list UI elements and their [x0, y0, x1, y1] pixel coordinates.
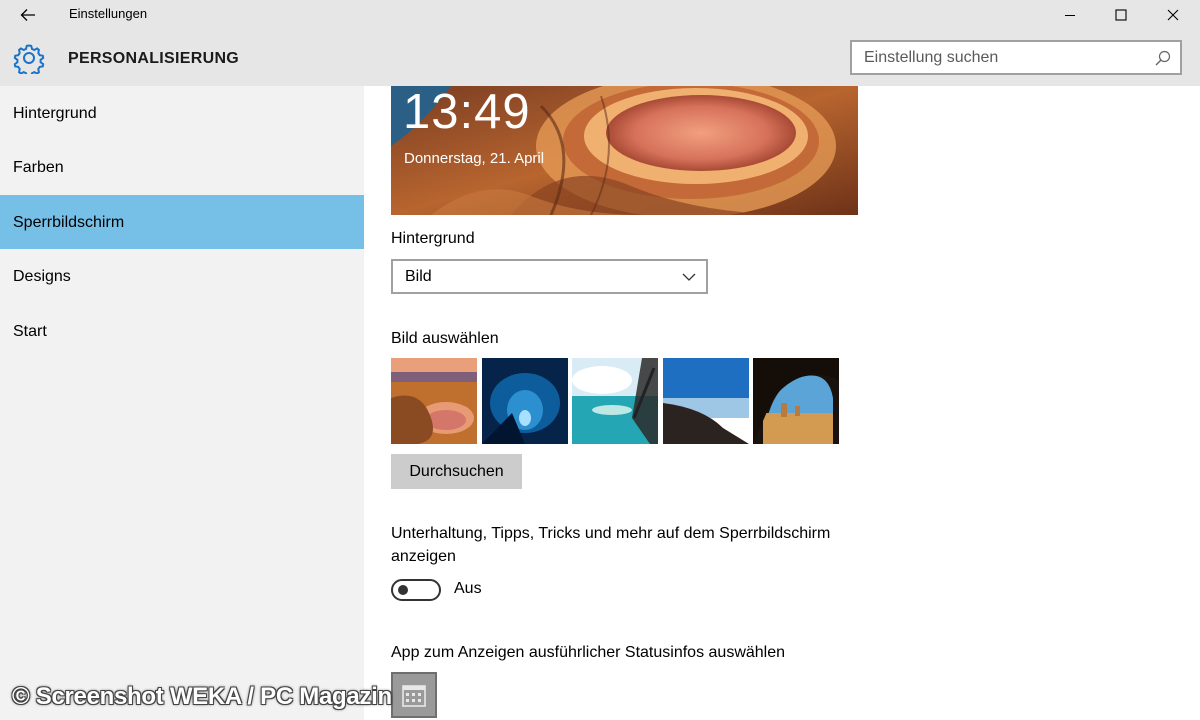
back-button[interactable]: [0, 0, 56, 30]
browse-button[interactable]: Durchsuchen: [391, 454, 522, 489]
choose-picture-label: Bild auswählen: [391, 330, 499, 347]
title-bar: Einstellungen: [0, 0, 1200, 30]
sidebar-item-sperrbildschirm[interactable]: Sperrbildschirm: [0, 195, 364, 249]
toggle-state-label: Aus: [454, 580, 482, 597]
sidebar-item-farben[interactable]: Farben: [0, 140, 364, 194]
tips-toggle[interactable]: [391, 579, 441, 601]
thumbnail-sea-wing[interactable]: [572, 358, 658, 444]
status-app-label: App zum Anzeigen ausführlicher Statusinf…: [391, 644, 786, 661]
arrow-left-icon: [20, 9, 35, 21]
thumbnail-ice-cave[interactable]: [482, 358, 568, 444]
chevron-down-icon: [682, 273, 696, 281]
tips-label: Unterhaltung, Tipps, Tricks und mehr auf…: [391, 525, 831, 565]
sidebar-item-start[interactable]: Start: [0, 304, 364, 358]
gear-icon: [13, 44, 45, 74]
maximize-button[interactable]: [1095, 0, 1147, 30]
close-button[interactable]: [1147, 0, 1199, 30]
sidebar-item-hintergrund[interactable]: Hintergrund: [0, 86, 364, 140]
minimize-icon: [1065, 15, 1075, 16]
dropdown-value: Bild: [405, 268, 432, 285]
search-input[interactable]: [852, 42, 1154, 73]
toggle-knob: [398, 585, 408, 595]
maximize-icon: [1115, 9, 1127, 21]
search-box[interactable]: [850, 40, 1182, 75]
sidebar-item-designs[interactable]: Designs: [0, 249, 364, 303]
watermark: © Screenshot WEKA / PC Magazin: [12, 683, 392, 710]
status-app-button[interactable]: [391, 672, 437, 718]
calendar-icon: [402, 685, 426, 707]
sidebar: Hintergrund Farben Sperrbildschirm Desig…: [0, 86, 364, 720]
search-icon[interactable]: [1154, 49, 1172, 67]
thumbnail-rock-pool[interactable]: [391, 358, 477, 444]
background-dropdown[interactable]: Bild: [391, 259, 708, 294]
page-title: PERSONALISIERUNG: [68, 50, 240, 67]
main-content: 13:49 Donnerstag, 21. April Hintergrund …: [364, 86, 1200, 720]
window-title: Einstellungen: [69, 6, 148, 21]
page-header: PERSONALISIERUNG: [0, 30, 1200, 86]
close-icon: [1167, 9, 1179, 21]
background-label: Hintergrund: [391, 230, 475, 247]
thumbnail-cliff-sky[interactable]: [663, 358, 749, 444]
thumbnail-beach-cave[interactable]: [753, 358, 839, 444]
preview-date: Donnerstag, 21. April: [404, 150, 545, 167]
lock-screen-preview: 13:49 Donnerstag, 21. April: [391, 86, 858, 215]
minimize-button[interactable]: [1044, 0, 1096, 30]
preview-time: 13:49: [403, 86, 531, 139]
